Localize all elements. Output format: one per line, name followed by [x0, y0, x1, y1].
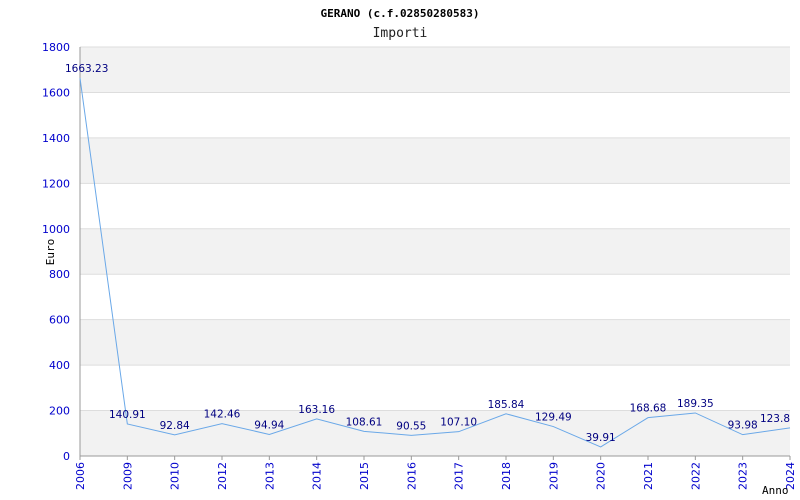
data-label: 189.35 — [677, 398, 714, 410]
x-tick-label: 2020 — [595, 462, 608, 490]
chart-title: GERANO (c.f.02850280583) — [321, 7, 480, 20]
y-tick-label: 1400 — [42, 132, 70, 145]
x-tick-label: 2013 — [263, 462, 276, 490]
data-label: 107.10 — [440, 417, 477, 429]
y-tick-label: 800 — [49, 268, 70, 281]
x-tick-label: 2023 — [737, 462, 750, 490]
data-label: 108.61 — [346, 416, 383, 428]
data-label: 94.94 — [254, 419, 284, 431]
y-tick-label: 1600 — [42, 86, 70, 99]
x-tick-label: 2019 — [547, 462, 560, 490]
x-axis-label: Anno — [762, 484, 789, 497]
y-tick-label: 600 — [49, 314, 70, 327]
data-label: 142.46 — [204, 409, 241, 421]
x-tick-label: 2015 — [358, 462, 371, 490]
x-tick-label: 2018 — [500, 462, 513, 490]
y-tick-label: 1800 — [42, 41, 70, 54]
data-label: 92.84 — [160, 420, 190, 432]
x-tick-label: 2017 — [453, 462, 466, 490]
grid-band — [80, 228, 790, 275]
x-tick-label: 2016 — [405, 462, 418, 490]
x-tick-label: 2012 — [216, 462, 229, 490]
x-tick-label: 2010 — [169, 462, 182, 490]
data-label: 163.16 — [298, 404, 335, 416]
background-bands — [80, 47, 790, 456]
data-label: 1663.23 — [65, 63, 108, 75]
y-tick-label: 200 — [49, 405, 70, 418]
y-tick-label: 1000 — [42, 223, 70, 236]
data-label: 140.91 — [109, 409, 146, 421]
grid-band — [80, 47, 790, 93]
x-tick-label: 2006 — [74, 462, 87, 490]
x-tick-labels: 2006 2009 2010 2012 2013 2014 2015 2016 2017 2018… — [74, 456, 797, 490]
data-label: 123.8 — [760, 413, 790, 425]
y-tick-label: 1200 — [42, 177, 70, 190]
y-axis-label: Euro — [44, 239, 57, 266]
x-tick-label: 2022 — [689, 462, 702, 490]
grid-band — [80, 319, 790, 366]
data-label: 185.84 — [488, 399, 525, 411]
x-tick-label: 2009 — [121, 462, 134, 490]
y-tick-label: 0 — [63, 450, 70, 463]
x-tick-label: 2021 — [642, 462, 655, 490]
grid-band — [80, 137, 790, 184]
data-label: 129.49 — [535, 412, 572, 424]
data-label: 39.91 — [586, 432, 616, 444]
data-label: 90.55 — [396, 420, 426, 432]
y-tick-label: 400 — [49, 359, 70, 372]
x-tick-label: 2014 — [311, 462, 324, 490]
chart-subtitle: Importi — [373, 26, 428, 41]
data-label: 93.98 — [728, 420, 758, 432]
data-label: 168.68 — [630, 403, 667, 415]
chart: 020040060080010001200140016001800 2006 20… — [42, 7, 797, 497]
